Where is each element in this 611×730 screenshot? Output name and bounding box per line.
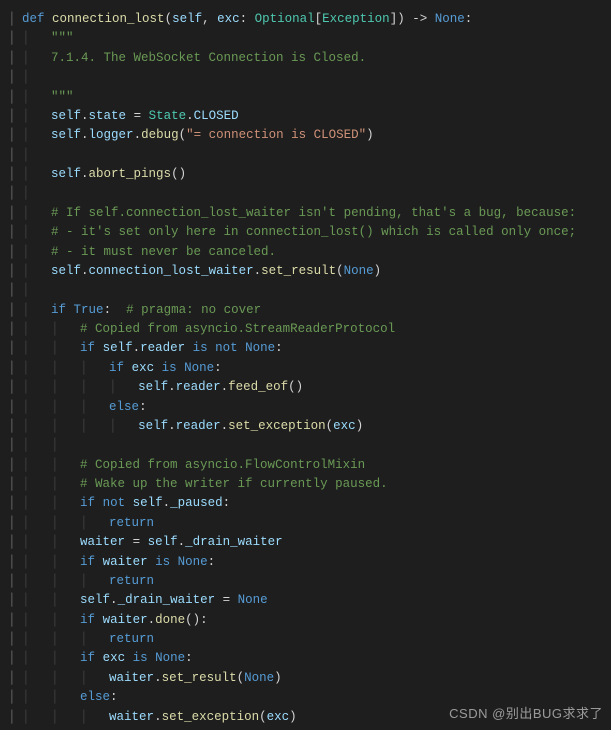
code-line: ││ │ if waiter.done(): — [8, 611, 603, 630]
code-line: ││ │ self._drain_waiter = None — [8, 591, 603, 610]
code-line: ││ """ — [8, 88, 603, 107]
code-line: ││ │ if exc is None: — [8, 649, 603, 668]
code-line: ││ │ if not self._paused: — [8, 494, 603, 513]
code-line: ││ │ │ return — [8, 572, 603, 591]
code-line: ││ — [8, 68, 603, 87]
code-line: ││ self.logger.debug("= connection is CL… — [8, 126, 603, 145]
code-line: ││ │ if waiter is None: — [8, 553, 603, 572]
code-line: ││ — [8, 146, 603, 165]
code-line: ││ │ if self.reader is not None: — [8, 339, 603, 358]
code-line: ││ │ # Copied from asyncio.StreamReaderP… — [8, 320, 603, 339]
code-line: ││ │ # Copied from asyncio.FlowControlMi… — [8, 456, 603, 475]
code-line: ││ self.abort_pings() — [8, 165, 603, 184]
code-line: ││ │ │ if exc is None: — [8, 359, 603, 378]
code-line: ││ │ else: — [8, 688, 603, 707]
code-block: │def connection_lost(self, exc: Optional… — [8, 10, 603, 727]
code-line: ││ if True: # pragma: no cover — [8, 301, 603, 320]
code-line: ││ │ │ return — [8, 514, 603, 533]
code-line: ││ self.connection_lost_waiter.set_resul… — [8, 262, 603, 281]
code-line: ││ # - it's set only here in connection_… — [8, 223, 603, 242]
code-line: ││ │ waiter = self._drain_waiter — [8, 533, 603, 552]
code-line: ││ │ │ else: — [8, 398, 603, 417]
code-line: ││ │ │ waiter.set_exception(exc) — [8, 708, 603, 727]
code-line: ││ 7.1.4. The WebSocket Connection is Cl… — [8, 49, 603, 68]
code-line: ││ │ │ waiter.set_result(None) — [8, 669, 603, 688]
code-line: ││ """ — [8, 29, 603, 48]
code-line: ││ self.state = State.CLOSED — [8, 107, 603, 126]
code-line: ││ — [8, 184, 603, 203]
code-line: │def connection_lost(self, exc: Optional… — [8, 10, 603, 29]
code-line: ││ │ — [8, 436, 603, 455]
code-line: ││ — [8, 281, 603, 300]
code-line: ││ │ # Wake up the writer if currently p… — [8, 475, 603, 494]
code-line: ││ │ │ return — [8, 630, 603, 649]
code-line: ││ # If self.connection_lost_waiter isn'… — [8, 204, 603, 223]
code-line: ││ │ │ │ self.reader.set_exception(exc) — [8, 417, 603, 436]
code-line: ││ │ │ │ self.reader.feed_eof() — [8, 378, 603, 397]
code-line: ││ # - it must never be canceled. — [8, 243, 603, 262]
